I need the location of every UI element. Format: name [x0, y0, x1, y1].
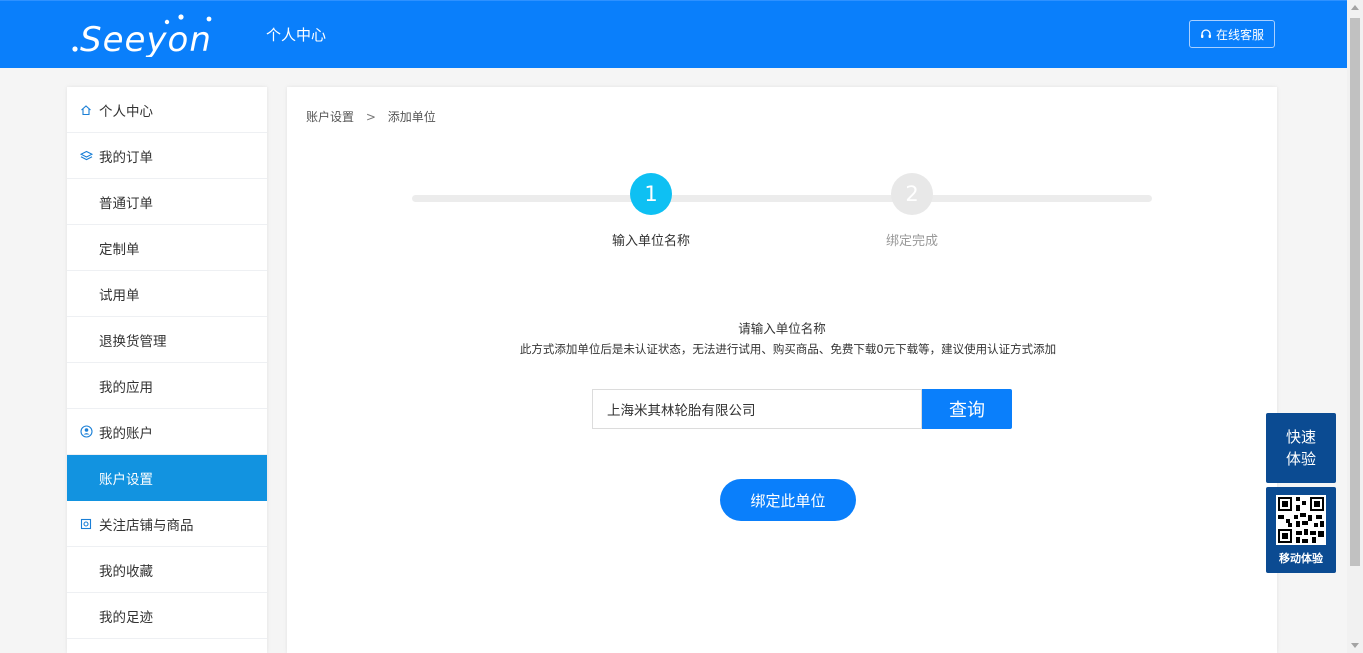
quick-trial-button[interactable]: 快速 体验: [1266, 413, 1336, 483]
step-1-circle: 1: [630, 173, 672, 215]
sidebar-item-label: 账户设置: [99, 471, 153, 488]
user-circle-icon: [79, 425, 93, 439]
svg-text:Seeyon: Seeyon: [80, 20, 212, 57]
sidebar-menu: 个人中心 我的订单 普通订单 定制单 试用单 退换货管理 我的应用 我的账户 账…: [67, 87, 267, 653]
page-scrollbar[interactable]: [1347, 0, 1363, 653]
scroll-up-arrow[interactable]: [1351, 5, 1359, 10]
sidebar-item-label: 定制单: [99, 241, 140, 258]
main-panel: 账户设置 > 添加单位 1 2 输入单位名称 绑定完成 请输入单位名称 此方式添…: [287, 87, 1277, 653]
top-header: Seeyon 个人中心 在线客服: [0, 0, 1347, 68]
query-button[interactable]: 查询: [922, 389, 1012, 429]
sidebar-item-label: 关注店铺与商品: [99, 517, 194, 534]
sidebar-item-normal-orders[interactable]: 普通订单: [67, 179, 267, 225]
step-progress-track: [412, 195, 1152, 202]
sidebar-item-my-orders[interactable]: 我的订单: [67, 133, 267, 179]
sidebar-item-returns[interactable]: 退换货管理: [67, 317, 267, 363]
sidebar-item-label: 试用单: [99, 287, 140, 304]
sidebar-item-label: 个人中心: [99, 103, 153, 120]
home-icon: [79, 103, 93, 117]
prompt-note: 此方式添加单位后是未认证状态，无法进行试用、购买商品、免费下载0元下载等，建议使…: [519, 342, 1057, 356]
sidebar-item-label: 我的收藏: [99, 563, 153, 580]
headset-icon: [1200, 29, 1211, 38]
sidebar-item-favorites[interactable]: 我的收藏: [67, 547, 267, 593]
step-1-label: 输入单位名称: [611, 234, 690, 249]
sidebar-item-custom-orders[interactable]: 定制单: [67, 225, 267, 271]
quick-trial-line1: 快速: [1285, 428, 1316, 446]
sidebar-item-label: 我的应用: [99, 379, 153, 396]
sidebar-item-label: 我的订单: [99, 149, 153, 166]
bind-company-button[interactable]: 绑定此单位: [720, 479, 856, 521]
step-2-label: 绑定完成: [885, 234, 938, 249]
mobile-trial-label: 移动体验: [1279, 552, 1323, 565]
online-service-label: 在线客服: [1215, 27, 1264, 42]
header-title: 个人中心: [266, 26, 327, 44]
step-2-circle: 2: [891, 173, 933, 215]
sidebar-item-label: 普通订单: [99, 195, 153, 212]
sidebar-item-label: 退换货管理: [99, 333, 167, 350]
breadcrumb-current: 添加单位: [387, 110, 436, 124]
sidebar-item-trial-orders[interactable]: 试用单: [67, 271, 267, 317]
sidebar-item-label: 我的足迹: [99, 609, 153, 626]
mobile-trial-button[interactable]: 移动体验: [1266, 487, 1336, 573]
breadcrumb: 账户设置 > 添加单位: [306, 108, 436, 125]
prompt-title: 请输入单位名称: [738, 321, 826, 336]
qr-code-icon: [1276, 495, 1326, 545]
seeyon-logo[interactable]: Seeyon: [70, 13, 218, 57]
sidebar-item-label: 我的账户: [99, 425, 153, 442]
quick-trial-line2: 体验: [1285, 450, 1316, 468]
sidebar-item-footprints[interactable]: 我的足迹: [67, 593, 267, 639]
online-service-button[interactable]: 在线客服: [1189, 20, 1275, 48]
layers-icon: [79, 149, 93, 163]
sidebar-item-account-settings[interactable]: 账户设置: [67, 455, 267, 501]
sidebar-item-my-apps[interactable]: 我的应用: [67, 363, 267, 409]
scroll-down-arrow[interactable]: [1351, 643, 1359, 648]
shop-icon: [79, 517, 93, 531]
sidebar-item-followed-shops[interactable]: 关注店铺与商品: [67, 501, 267, 547]
breadcrumb-separator: >: [365, 110, 376, 124]
sidebar-item-personal-center[interactable]: 个人中心: [67, 87, 267, 133]
scroll-thumb[interactable]: [1350, 18, 1360, 566]
breadcrumb-account-settings[interactable]: 账户设置: [306, 110, 354, 124]
sidebar-item-my-account[interactable]: 我的账户: [67, 409, 267, 455]
company-name-input[interactable]: [592, 389, 922, 429]
